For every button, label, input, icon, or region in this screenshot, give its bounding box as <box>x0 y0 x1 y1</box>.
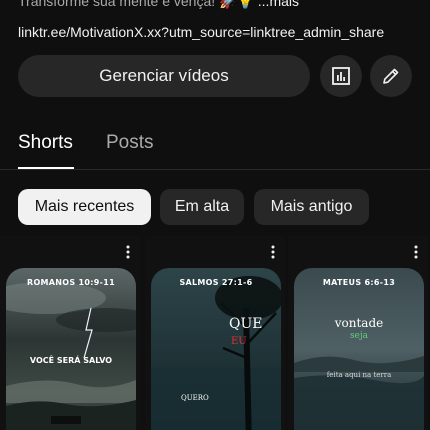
channel-tabs: Shorts Posts <box>0 120 430 170</box>
channel-description: Transforme sua mente e vença! 🚀💡 ...mais <box>18 0 299 10</box>
short-thumbnail[interactable]: MATEUS 6:6-13 vontade seja feita aqui na… <box>294 268 424 430</box>
filter-chip-popular[interactable]: Em alta <box>160 189 244 225</box>
short-phrase: feita aqui na terra <box>294 371 424 379</box>
short-card[interactable]: SALMOS 27:1-6 QUE EU QUERO <box>145 236 285 430</box>
edit-button[interactable] <box>370 55 412 97</box>
bar-chart-icon <box>332 67 350 85</box>
analytics-button[interactable] <box>320 55 362 97</box>
description-text: Transforme sua mente e vença! 🚀💡 <box>18 0 254 9</box>
short-caption: VOCÊ SERÁ SALVO <box>29 356 113 365</box>
short-word: QUERO <box>181 394 209 402</box>
short-card[interactable]: ROMANOS 10:9-11 VOCÊ SERÁ SALVO <box>0 236 140 430</box>
channel-link[interactable]: linktr.ee/MotivationX.xx?utm_source=link… <box>18 24 384 40</box>
tab-posts[interactable]: Posts <box>106 132 154 154</box>
short-title: ROMANOS 10:9-11 <box>26 278 115 287</box>
manage-videos-label: Gerenciar vídeos <box>99 66 229 85</box>
storm-landscape-image <box>6 268 136 430</box>
active-tab-indicator <box>18 167 74 169</box>
short-word-highlight: seja <box>349 331 369 341</box>
misty-lake-image <box>294 268 424 430</box>
lake-tree-image <box>151 268 281 430</box>
more-link[interactable]: ...mais <box>254 0 299 9</box>
short-word: QUE <box>229 316 263 332</box>
short-thumbnail[interactable]: ROMANOS 10:9-11 VOCÊ SERÁ SALVO <box>6 268 136 430</box>
short-card[interactable]: MATEUS 6:6-13 vontade seja feita aqui na… <box>288 236 428 430</box>
short-title: SALMOS 27:1-6 <box>179 278 253 287</box>
short-word: vontade <box>334 316 384 330</box>
filter-chip-recent[interactable]: Mais recentes <box>18 189 151 225</box>
chip-label: Mais antigo <box>270 198 353 215</box>
short-title: MATEUS 6:6-13 <box>322 278 396 287</box>
pencil-icon <box>383 68 399 84</box>
more-options-icon[interactable] <box>412 244 420 260</box>
tab-shorts[interactable]: Shorts <box>18 132 73 154</box>
manage-videos-button[interactable]: Gerenciar vídeos <box>18 55 310 97</box>
chip-label: Mais recentes <box>34 198 135 215</box>
more-options-icon[interactable] <box>124 244 132 260</box>
short-thumbnail[interactable]: SALMOS 27:1-6 QUE EU QUERO <box>151 268 281 430</box>
short-phrase-end: terra <box>373 371 392 379</box>
chip-label: Em alta <box>174 198 230 215</box>
short-word-highlight: EU <box>231 336 247 347</box>
more-options-icon[interactable] <box>269 244 277 260</box>
filter-chip-oldest[interactable]: Mais antigo <box>254 189 369 225</box>
short-phrase-start: feita aqui na <box>326 371 374 379</box>
